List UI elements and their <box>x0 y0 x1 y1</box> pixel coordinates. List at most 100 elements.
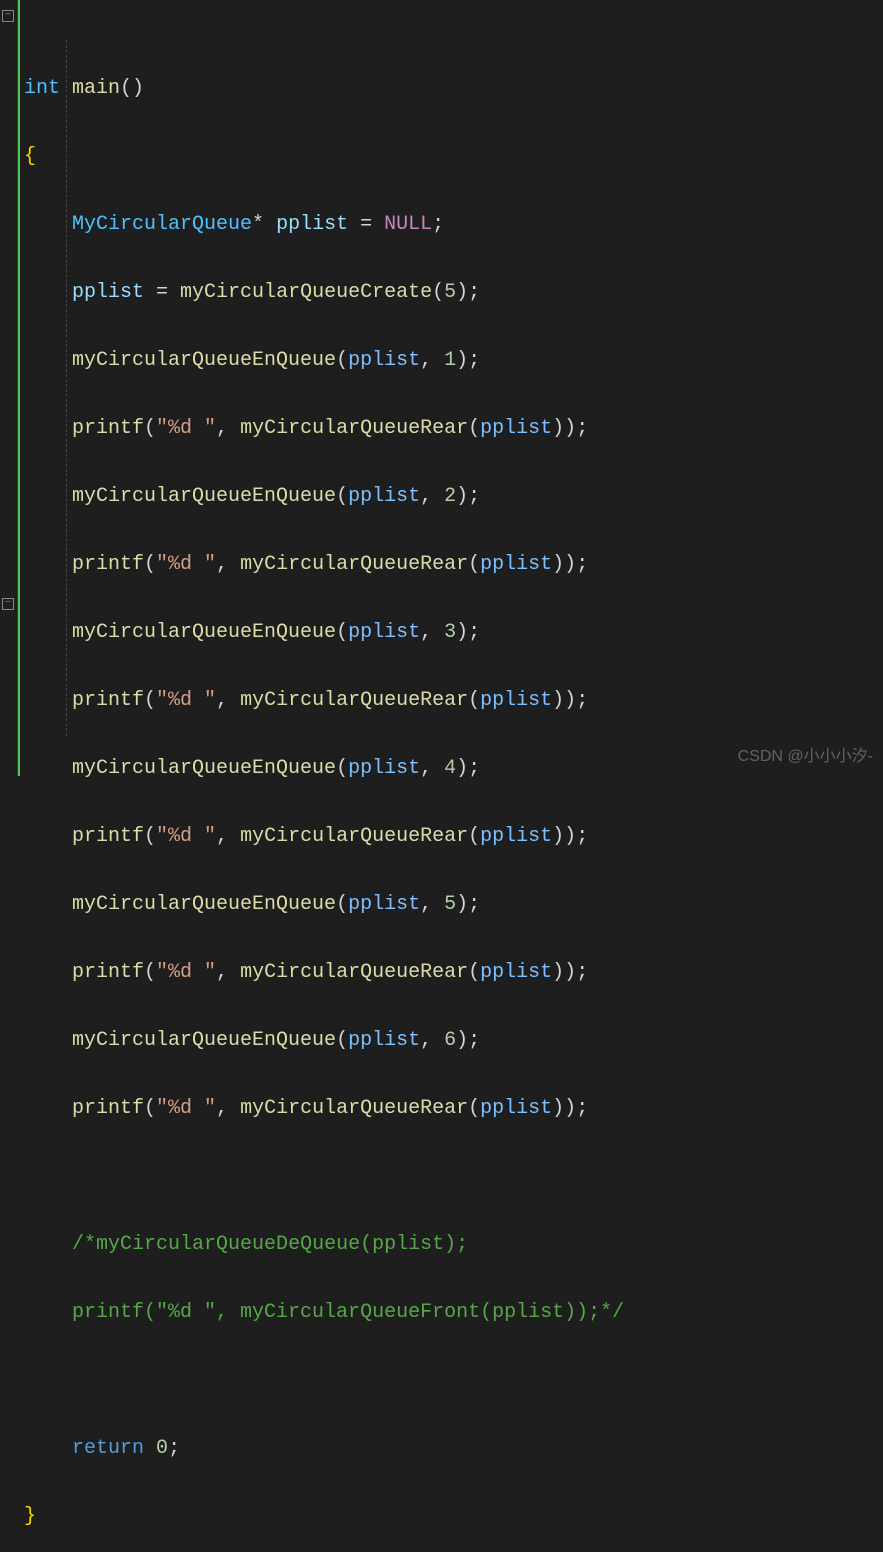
fold-toggle-icon[interactable]: − <box>2 598 14 610</box>
token-punct: ) <box>564 961 576 984</box>
token-variable: pplist <box>276 213 348 236</box>
code-line: myCircularQueueEnQueue(pplist, 2); <box>24 480 883 514</box>
token-function: myCircularQueueRear <box>240 825 468 848</box>
token-punct: , <box>216 961 240 984</box>
token-punct: ) <box>552 825 564 848</box>
token-number: 5 <box>444 893 456 916</box>
code-line <box>24 1364 883 1398</box>
token-punct: ) <box>552 1097 564 1120</box>
token-punct: ( <box>432 281 444 304</box>
token-punct: ; <box>468 1029 480 1052</box>
token-punct: ) <box>552 689 564 712</box>
token-brace: } <box>24 1505 36 1528</box>
token-function: printf <box>72 825 144 848</box>
token-brace: { <box>24 145 36 168</box>
code-line: { <box>24 140 883 174</box>
token-type: int <box>24 77 60 100</box>
token-param: pplist <box>348 621 420 644</box>
token-variable: pplist <box>72 281 144 304</box>
token-punct: ; <box>432 213 444 236</box>
code-area[interactable]: int main() { MyCircularQueue* pplist = N… <box>18 0 883 776</box>
token-punct: ) <box>456 621 468 644</box>
code-line: myCircularQueueEnQueue(pplist, 6); <box>24 1024 883 1058</box>
token-punct: , <box>216 417 240 440</box>
token-function: printf <box>72 961 144 984</box>
code-line: printf("%d ", myCircularQueueRear(pplist… <box>24 956 883 990</box>
token-function: main <box>72 77 120 100</box>
token-param: pplist <box>480 417 552 440</box>
token-punct: ) <box>456 757 468 780</box>
token-param: pplist <box>480 553 552 576</box>
token-function: myCircularQueueEnQueue <box>72 485 336 508</box>
code-line: } <box>24 1500 883 1534</box>
token-punct: ) <box>564 825 576 848</box>
token-punct: ; <box>468 621 480 644</box>
token-function: myCircularQueueEnQueue <box>72 1029 336 1052</box>
code-line: return 0; <box>24 1432 883 1466</box>
token-punct: ( <box>468 417 480 440</box>
token-op: = <box>144 281 180 304</box>
token-number: 0 <box>156 1437 168 1460</box>
indent-guide <box>66 40 67 736</box>
code-line <box>24 1160 883 1194</box>
token-op: = <box>348 213 384 236</box>
code-line: printf("%d ", myCircularQueueRear(pplist… <box>24 1092 883 1126</box>
token-comment: printf("%d ", myCircularQueueFront(pplis… <box>72 1301 624 1324</box>
token-function: myCircularQueueCreate <box>180 281 432 304</box>
token-function: printf <box>72 1097 144 1120</box>
token-punct: ; <box>576 1097 588 1120</box>
token-punct: , <box>420 1029 444 1052</box>
token-function: myCircularQueueRear <box>240 417 468 440</box>
token-function: myCircularQueueEnQueue <box>72 757 336 780</box>
token-number: 5 <box>444 281 456 304</box>
token-punct: , <box>420 485 444 508</box>
token-punct: ) <box>564 417 576 440</box>
token-punct: ( <box>336 485 348 508</box>
token-punct: ; <box>576 689 588 712</box>
fold-gutter: − − <box>0 0 18 776</box>
token-punct: ( <box>144 553 156 576</box>
token-punct: ( <box>336 757 348 780</box>
code-line: pplist = myCircularQueueCreate(5); <box>24 276 883 310</box>
token-function: myCircularQueueEnQueue <box>72 893 336 916</box>
watermark: CSDN @小小小汐- <box>738 743 873 770</box>
token-function: myCircularQueueRear <box>240 961 468 984</box>
token-function: printf <box>72 553 144 576</box>
token-punct: ( <box>144 825 156 848</box>
token-number: 2 <box>444 485 456 508</box>
token-punct: ; <box>576 417 588 440</box>
code-line: myCircularQueueEnQueue(pplist, 3); <box>24 616 883 650</box>
token-punct: ; <box>576 961 588 984</box>
token-punct: ( <box>468 1097 480 1120</box>
token-number: 3 <box>444 621 456 644</box>
token-punct: , <box>420 757 444 780</box>
token-number: 4 <box>444 757 456 780</box>
token-punct: ( <box>468 825 480 848</box>
token-keyword: return <box>72 1437 144 1460</box>
token-punct: , <box>420 621 444 644</box>
token-null: NULL <box>384 213 432 236</box>
token-string: "%d " <box>156 689 216 712</box>
token-function: myCircularQueueRear <box>240 553 468 576</box>
token-param: pplist <box>348 893 420 916</box>
token-punct: ; <box>468 349 480 372</box>
code-line: myCircularQueueEnQueue(pplist, 1); <box>24 344 883 378</box>
token-param: pplist <box>348 349 420 372</box>
token-punct: ) <box>456 1029 468 1052</box>
token-punct: ( <box>336 349 348 372</box>
fold-toggle-icon[interactable]: − <box>2 10 14 22</box>
token-punct: , <box>216 825 240 848</box>
token-punct: ) <box>564 553 576 576</box>
token-punct: , <box>420 893 444 916</box>
token-punct: ; <box>468 893 480 916</box>
token-function: myCircularQueueRear <box>240 1097 468 1120</box>
token-punct: , <box>216 553 240 576</box>
token-param: pplist <box>480 825 552 848</box>
token-punct: ) <box>456 349 468 372</box>
token-punct: , <box>420 349 444 372</box>
token-function: myCircularQueueEnQueue <box>72 621 336 644</box>
token-punct: ( <box>144 1097 156 1120</box>
token-punct: ) <box>552 961 564 984</box>
token-punct: ( <box>144 689 156 712</box>
token-punct: ; <box>468 281 480 304</box>
